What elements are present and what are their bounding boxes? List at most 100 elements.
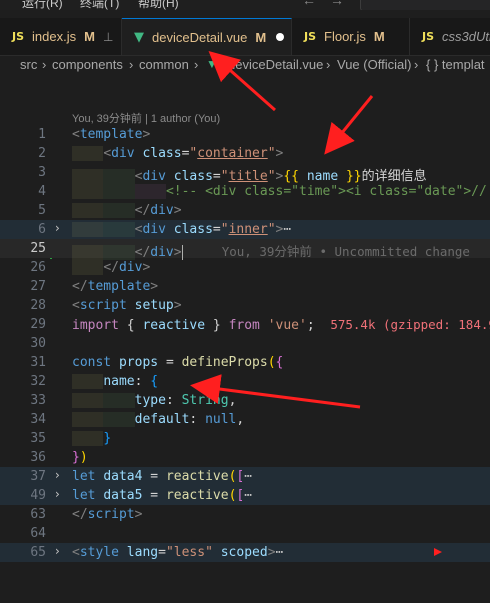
code-line[interactable]: 6 › <div class="inner">⋯ <box>0 220 490 239</box>
breadcrumb-components[interactable]: components <box>52 57 123 72</box>
code-line[interactable]: 3 <div class="title">{{ name }}的详细信息 <box>0 163 490 184</box>
code-token: data4 <box>103 469 143 484</box>
menu-help[interactable]: 帮助(H) <box>138 0 179 10</box>
line-number: 3 <box>38 165 46 180</box>
chevron-right-icon: › <box>42 57 47 72</box>
code-line[interactable]: 37 › let data4 = reactive([⋯ <box>0 467 490 486</box>
code-line[interactable]: 65 › <style lang="less" scoped>⋯ <box>0 543 490 562</box>
code-token: container <box>197 146 268 161</box>
code-token: lang <box>126 545 159 560</box>
line-number: 26 <box>30 260 46 275</box>
code-line[interactable]: 33 type: String, <box>0 391 490 410</box>
js-file-icon: JS <box>12 30 25 43</box>
code-line[interactable]: 1 <template> <box>0 125 490 144</box>
code-line[interactable]: 4 <!-- <div class="time"><i class="date"… <box>0 182 490 201</box>
chevron-right-icon: › <box>194 57 199 72</box>
chevron-right-icon: › <box>414 57 419 72</box>
code-token: div <box>111 146 135 161</box>
forward-arrow-icon[interactable]: → <box>330 0 344 8</box>
code-token: reactive <box>165 488 229 503</box>
line-number: 31 <box>30 355 46 370</box>
chevron-right-icon[interactable]: › <box>55 544 60 558</box>
line-number: 25 <box>30 241 46 256</box>
code-token: String <box>181 393 229 408</box>
code-token: props <box>118 355 159 370</box>
back-arrow-icon[interactable]: ← <box>302 0 316 8</box>
code-line[interactable]: 34 default: null, <box>0 410 490 429</box>
code-line[interactable]: 27 </template> <box>0 277 490 296</box>
code-line[interactable]: 32 name: { <box>0 372 490 391</box>
chevron-right-icon[interactable]: › <box>55 468 60 482</box>
code-token: const <box>72 355 112 370</box>
import-cost-hint: 575.4k (gzipped: 184.9 <box>330 317 490 332</box>
line-number: 30 <box>30 336 46 351</box>
tab-index-js[interactable]: JS index.js M ⊥ <box>0 18 122 55</box>
modified-badge: M <box>373 29 385 44</box>
breadcrumb-common[interactable]: common <box>139 57 189 72</box>
menu-terminal[interactable]: 终端(T) <box>80 0 119 10</box>
chevron-right-icon[interactable]: › <box>55 221 60 235</box>
line-number: 6 <box>38 222 46 237</box>
folded-ellipsis[interactable]: ⋯ <box>244 488 252 503</box>
code-token: script <box>79 298 127 313</box>
tab-floor-js[interactable]: JS Floor.js M <box>292 18 410 55</box>
line-number: 34 <box>30 412 46 427</box>
pin-icon[interactable]: ⊥ <box>103 30 113 44</box>
code-token: style <box>79 545 119 560</box>
code-line[interactable]: 5 </div> <box>0 201 490 220</box>
code-line-current[interactable]: 25 </div> You, 39分钟前 • Uncommitted chang… <box>0 239 490 260</box>
unsaved-dot-icon[interactable] <box>276 33 285 41</box>
folded-ellipsis[interactable]: ⋯ <box>244 469 252 484</box>
menu-run[interactable]: 运行(R) <box>22 0 63 10</box>
tab-label: deviceDetail.vue <box>152 29 248 45</box>
code-token: class <box>142 146 182 161</box>
code-token: inner <box>228 222 268 237</box>
breadcrumb-file[interactable]: deviceDetail.vue <box>228 57 323 72</box>
code-token: type <box>134 393 166 408</box>
code-token: div <box>118 260 143 275</box>
menu-bar: 运行(R) 终端(T) 帮助(H) ← → <box>0 0 490 10</box>
line-number: 36 <box>30 450 46 465</box>
code-token: div <box>142 222 166 237</box>
js-file-icon: JS <box>304 30 317 43</box>
code-line[interactable]: 31 const props = defineProps({ <box>0 353 490 372</box>
chevron-right-icon: › <box>129 57 134 72</box>
breadcrumb-language[interactable]: Vue (Official) <box>337 57 411 72</box>
tab-devicedetail-vue[interactable]: ▼ deviceDetail.vue M <box>122 18 292 55</box>
breadcrumb-src[interactable]: src <box>20 57 37 72</box>
code-token: class <box>173 222 213 237</box>
codelens-authors[interactable]: You, 39分钟前 | 1 author (You) <box>72 110 220 126</box>
code-line[interactable]: 64 <box>0 524 490 543</box>
tab-css3dutils[interactable]: JS css3dUti <box>410 18 490 55</box>
code-line[interactable]: 35 } <box>0 429 490 448</box>
code-line[interactable]: 2 <div class="container"> <box>0 144 490 163</box>
code-token: reactive <box>165 469 229 484</box>
code-token: name <box>103 374 135 389</box>
chevron-right-icon: › <box>326 57 331 72</box>
breadcrumb-symbol[interactable]: { } templat <box>426 57 485 72</box>
code-token: from <box>228 318 260 333</box>
folded-ellipsis[interactable]: ⋯ <box>283 222 291 237</box>
code-token: reactive <box>142 318 206 333</box>
chevron-right-icon[interactable]: › <box>55 487 60 501</box>
line-number: 28 <box>30 298 46 313</box>
line-number: 32 <box>30 374 46 389</box>
code-line[interactable]: 26 </div> <box>0 258 490 277</box>
code-line[interactable]: 29 import { reactive } from 'vue'; 575.4… <box>0 315 490 334</box>
code-token: script <box>87 507 135 522</box>
folded-ellipsis[interactable]: ⋯ <box>276 545 284 560</box>
js-file-icon: JS <box>422 30 435 43</box>
command-center[interactable] <box>360 0 490 10</box>
code-token: template <box>79 127 143 142</box>
code-token: scoped <box>220 545 268 560</box>
code-line[interactable]: 63 </script> <box>0 505 490 524</box>
code-line[interactable]: 49 › let data5 = reactive([⋯ <box>0 486 490 505</box>
code-line[interactable]: 28 <script setup> <box>0 296 490 315</box>
code-token: let <box>72 488 96 503</box>
code-token: null <box>205 412 237 427</box>
code-token: defineProps <box>181 355 268 370</box>
code-comment: <!-- <div class="time"><i class="date">/… <box>165 184 490 199</box>
code-line[interactable]: 36 }) <box>0 448 490 467</box>
code-line[interactable]: 30 <box>0 334 490 353</box>
line-number: 37 <box>30 469 46 484</box>
